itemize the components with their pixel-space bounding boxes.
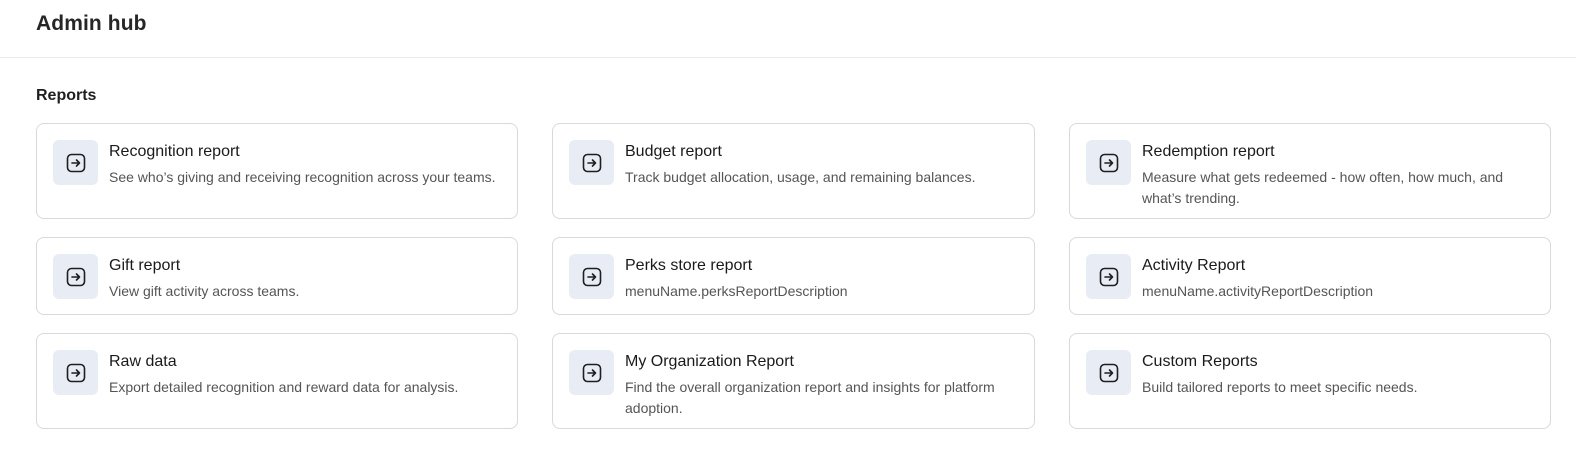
perks-store-report-card[interactable]: Perks store report menuName.perksReportD… — [552, 237, 1035, 315]
arrow-right-box-icon — [1086, 140, 1131, 185]
card-title: Activity Report — [1142, 257, 1246, 274]
page-title: Admin hub — [36, 12, 147, 35]
arrow-right-box-icon — [569, 140, 614, 185]
recognition-report-card[interactable]: Recognition report See who’s giving and … — [36, 123, 518, 219]
gift-report-card[interactable]: Gift report View gift activity across te… — [36, 237, 518, 315]
card-title: Gift report — [109, 257, 181, 274]
arrow-right-box-icon — [53, 140, 98, 185]
arrow-right-box-icon — [53, 350, 98, 395]
section-title: Reports — [36, 87, 97, 104]
reports-section: Reports Recognition report See who’s giv… — [0, 58, 1576, 429]
card-description: Build tailored reports to meet specific … — [1142, 379, 1418, 395]
reports-grid: Recognition report See who’s giving and … — [36, 123, 1551, 429]
card-description: menuName.activityReportDescription — [1142, 283, 1374, 299]
card-title: Budget report — [625, 143, 722, 160]
card-title: Redemption report — [1142, 143, 1275, 160]
page-header: Admin hub — [0, 0, 1576, 58]
card-description: Track budget allocation, usage, and rema… — [625, 169, 976, 185]
my-organization-report-card[interactable]: My Organization Report Find the overall … — [552, 333, 1035, 429]
arrow-right-box-icon — [569, 350, 614, 395]
card-title: Custom Reports — [1142, 353, 1258, 370]
card-description: menuName.perksReportDescription — [625, 283, 848, 299]
card-title: My Organization Report — [625, 353, 794, 370]
activity-report-card[interactable]: Activity Report menuName.activityReportD… — [1069, 237, 1551, 315]
card-title: Raw data — [109, 353, 177, 370]
card-description: Export detailed recognition and reward d… — [109, 379, 459, 395]
card-description: Find the overall organization report and… — [625, 379, 995, 416]
card-description: Measure what gets redeemed - how often, … — [1142, 169, 1504, 206]
card-description: See who’s giving and receiving recogniti… — [109, 169, 496, 185]
card-title: Perks store report — [625, 257, 753, 274]
card-title: Recognition report — [109, 143, 240, 160]
budget-report-card[interactable]: Budget report Track budget allocation, u… — [552, 123, 1035, 219]
raw-data-card[interactable]: Raw data Export detailed recognition and… — [36, 333, 518, 429]
arrow-right-box-icon — [569, 254, 614, 299]
card-description: View gift activity across teams. — [109, 283, 300, 299]
arrow-right-box-icon — [53, 254, 98, 299]
arrow-right-box-icon — [1086, 350, 1131, 395]
redemption-report-card[interactable]: Redemption report Measure what gets rede… — [1069, 123, 1551, 219]
arrow-right-box-icon — [1086, 254, 1131, 299]
custom-reports-card[interactable]: Custom Reports Build tailored reports to… — [1069, 333, 1551, 429]
